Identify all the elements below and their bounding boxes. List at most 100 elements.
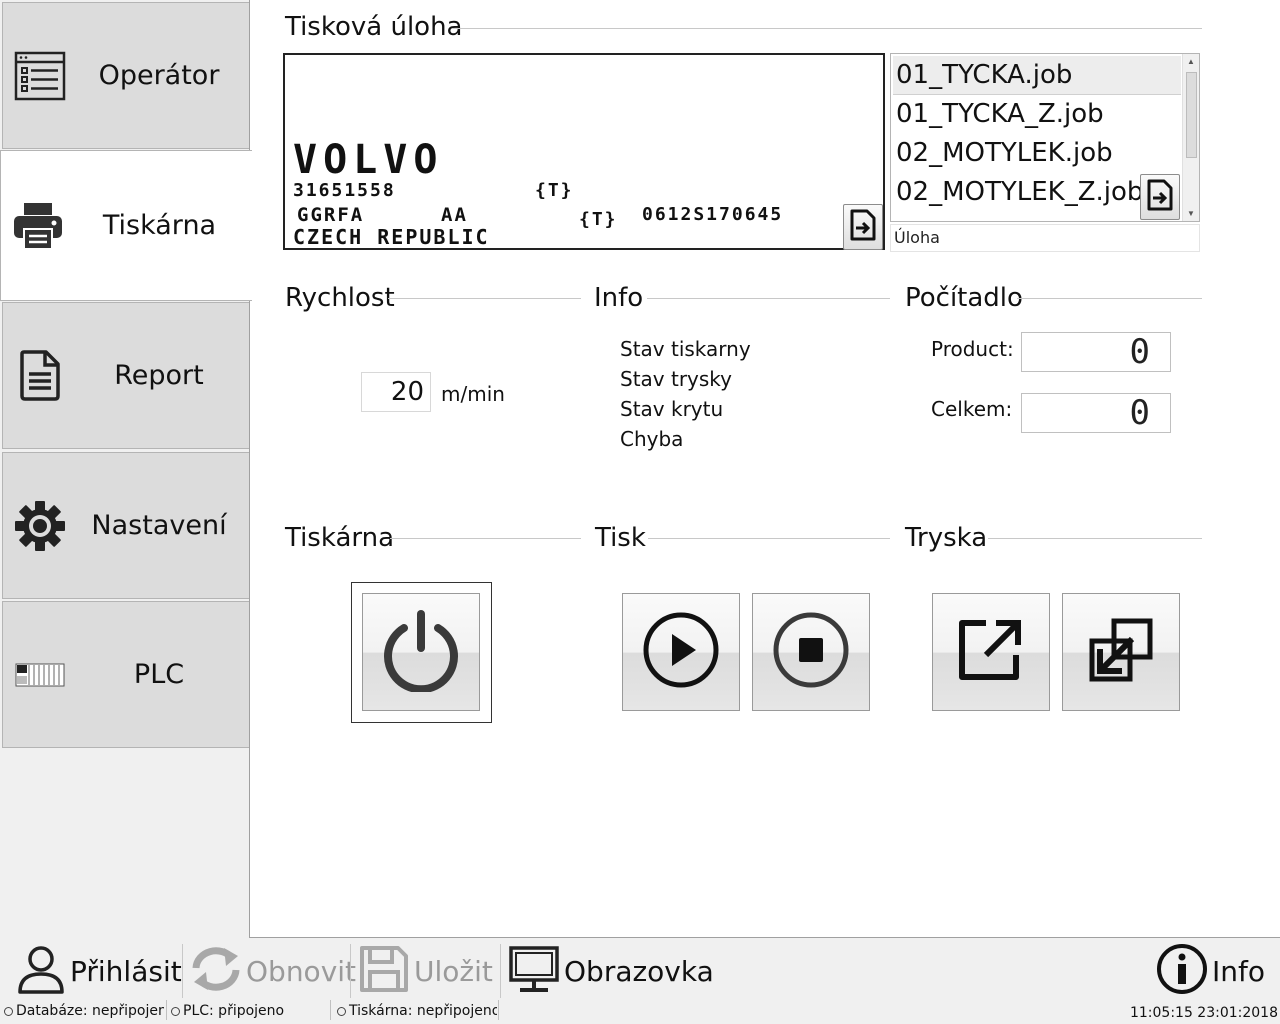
group-divider: [390, 538, 581, 539]
sidebar-item-settings[interactable]: Nastavení: [2, 452, 250, 599]
play-icon: [641, 610, 721, 695]
list-item[interactable]: 02_MOTYLEK_Z.job: [893, 173, 1181, 212]
preview-line: VOLVO: [293, 137, 444, 183]
scroll-thumb[interactable]: [1186, 72, 1197, 158]
info-label: Info: [1212, 954, 1265, 988]
status-database-text: Databáze: nepřipojeno: [16, 1003, 164, 1019]
info-icon: [1156, 943, 1208, 1000]
printer-status-label: Stav tiskarny: [620, 337, 751, 361]
status-divider: [498, 1000, 499, 1020]
status-plc-text: PLC: připojeno: [183, 1003, 285, 1019]
print-job-title: Tisková úloha: [285, 12, 463, 42]
status-dot-icon: [171, 1006, 180, 1016]
group-divider: [988, 538, 1202, 539]
sidebar-item-plc[interactable]: PLC: [2, 601, 250, 748]
status-dot-icon: [4, 1006, 13, 1016]
status-dot-icon: [337, 1006, 346, 1016]
nozzle-close-button[interactable]: [1062, 593, 1180, 711]
speed-unit: m/min: [441, 382, 505, 406]
group-divider: [452, 28, 1202, 29]
plc-icon: [13, 648, 67, 702]
preview-line: 31651558: [293, 180, 396, 201]
job-list-scrollbar[interactable]: ▲ ▼: [1182, 54, 1199, 221]
toolbar-separator: [350, 944, 351, 998]
stop-print-button[interactable]: [752, 593, 870, 711]
refresh-button[interactable]: Obnovit: [190, 940, 356, 1002]
group-divider: [388, 298, 581, 299]
save-button[interactable]: Uložit: [358, 940, 493, 1002]
group-divider: [647, 298, 890, 299]
product-label: Product:: [931, 337, 1014, 361]
save-label: Uložit: [414, 954, 493, 988]
toolbar-separator: [182, 944, 183, 998]
product-counter: 0: [1021, 332, 1171, 372]
floppy-icon: [358, 944, 410, 999]
list-item[interactable]: 01_TYCKA.job: [893, 56, 1181, 95]
job-list-label: Úloha: [890, 224, 1200, 252]
print-preview: VOLVO 31651558 {T} GGRFA AA {T} 0612S170…: [283, 53, 885, 250]
cover-status-label: Stav krytu: [620, 397, 724, 421]
sidebar-item-label: Report: [114, 360, 204, 391]
toolbar-separator: [500, 944, 501, 998]
screen-label: Obrazovka: [564, 954, 714, 988]
screen-button[interactable]: Obrazovka: [508, 940, 714, 1002]
status-datetime: 11:05:15 23:01:2018: [1130, 1005, 1278, 1021]
preview-line: 0612S170645: [642, 204, 784, 225]
group-divider: [648, 538, 890, 539]
power-button[interactable]: [362, 593, 480, 711]
speed-input[interactable]: 20: [361, 372, 431, 412]
preview-token: {T}: [579, 209, 618, 230]
status-divider: [330, 1000, 331, 1020]
sidebar: Operátor Tiskárna Report Nastavení PLC: [0, 0, 252, 938]
sidebar-item-operator[interactable]: Operátor: [2, 2, 250, 149]
printer-icon: [11, 199, 65, 253]
status-printer-text: Tiskárna: nepřipojeno: [349, 1003, 497, 1019]
sidebar-item-label: PLC: [133, 659, 185, 690]
login-label: Přihlásit: [70, 954, 182, 988]
sidebar-item-label: Nastavení: [91, 510, 227, 541]
start-print-button[interactable]: [622, 593, 740, 711]
document-icon: [13, 349, 67, 403]
minimize-arrow-icon: [1086, 615, 1156, 690]
monitor-icon: [508, 944, 560, 999]
power-icon: [379, 608, 463, 697]
sidebar-item-label: Tiskárna: [102, 210, 217, 241]
info-button[interactable]: Info: [1156, 940, 1265, 1002]
list-item[interactable]: 02_MOTYLEK.job: [893, 134, 1181, 173]
preview-token: {T}: [535, 180, 574, 201]
user-icon: [16, 944, 66, 999]
status-plc: PLC: připojeno: [171, 1000, 326, 1022]
error-label: Chyba: [620, 427, 684, 451]
nozzle-open-button[interactable]: [932, 593, 1050, 711]
external-arrow-icon: [956, 615, 1026, 690]
load-job-button[interactable]: [1140, 174, 1180, 220]
total-label: Celkem:: [931, 397, 1013, 421]
list-item[interactable]: 01_TYCKA_Z.job: [893, 95, 1181, 134]
send-preview-button[interactable]: [843, 204, 883, 250]
file-arrow-icon: [1146, 178, 1174, 217]
login-button[interactable]: Přihlásit: [16, 940, 182, 1002]
sidebar-item-printer[interactable]: Tiskárna: [0, 150, 252, 301]
list-icon: [13, 49, 67, 103]
status-printer: Tiskárna: nepřipojeno: [337, 1000, 497, 1022]
sidebar-item-report[interactable]: Report: [2, 302, 250, 449]
stop-icon: [771, 610, 851, 695]
scroll-down-icon[interactable]: ▼: [1187, 209, 1195, 218]
printer-section-title: Tiskárna: [285, 523, 395, 553]
file-arrow-icon: [849, 208, 877, 247]
preview-line: AA: [441, 204, 468, 226]
counter-title: Počítadlo: [905, 283, 1023, 313]
refresh-icon: [190, 944, 242, 999]
preview-line: CZECH REPUBLIC: [293, 225, 490, 249]
preview-line: GGRFA: [297, 204, 365, 226]
print-section-title: Tisk: [595, 523, 646, 553]
info-title: Info: [594, 283, 644, 313]
speed-title: Rychlost: [285, 283, 395, 313]
total-counter: 0: [1021, 393, 1171, 433]
gear-icon: [13, 499, 67, 553]
status-divider: [166, 1000, 167, 1020]
scroll-up-icon[interactable]: ▲: [1187, 57, 1195, 66]
refresh-label: Obnovit: [246, 954, 357, 988]
sidebar-item-label: Operátor: [98, 60, 220, 91]
group-divider: [1017, 298, 1202, 299]
